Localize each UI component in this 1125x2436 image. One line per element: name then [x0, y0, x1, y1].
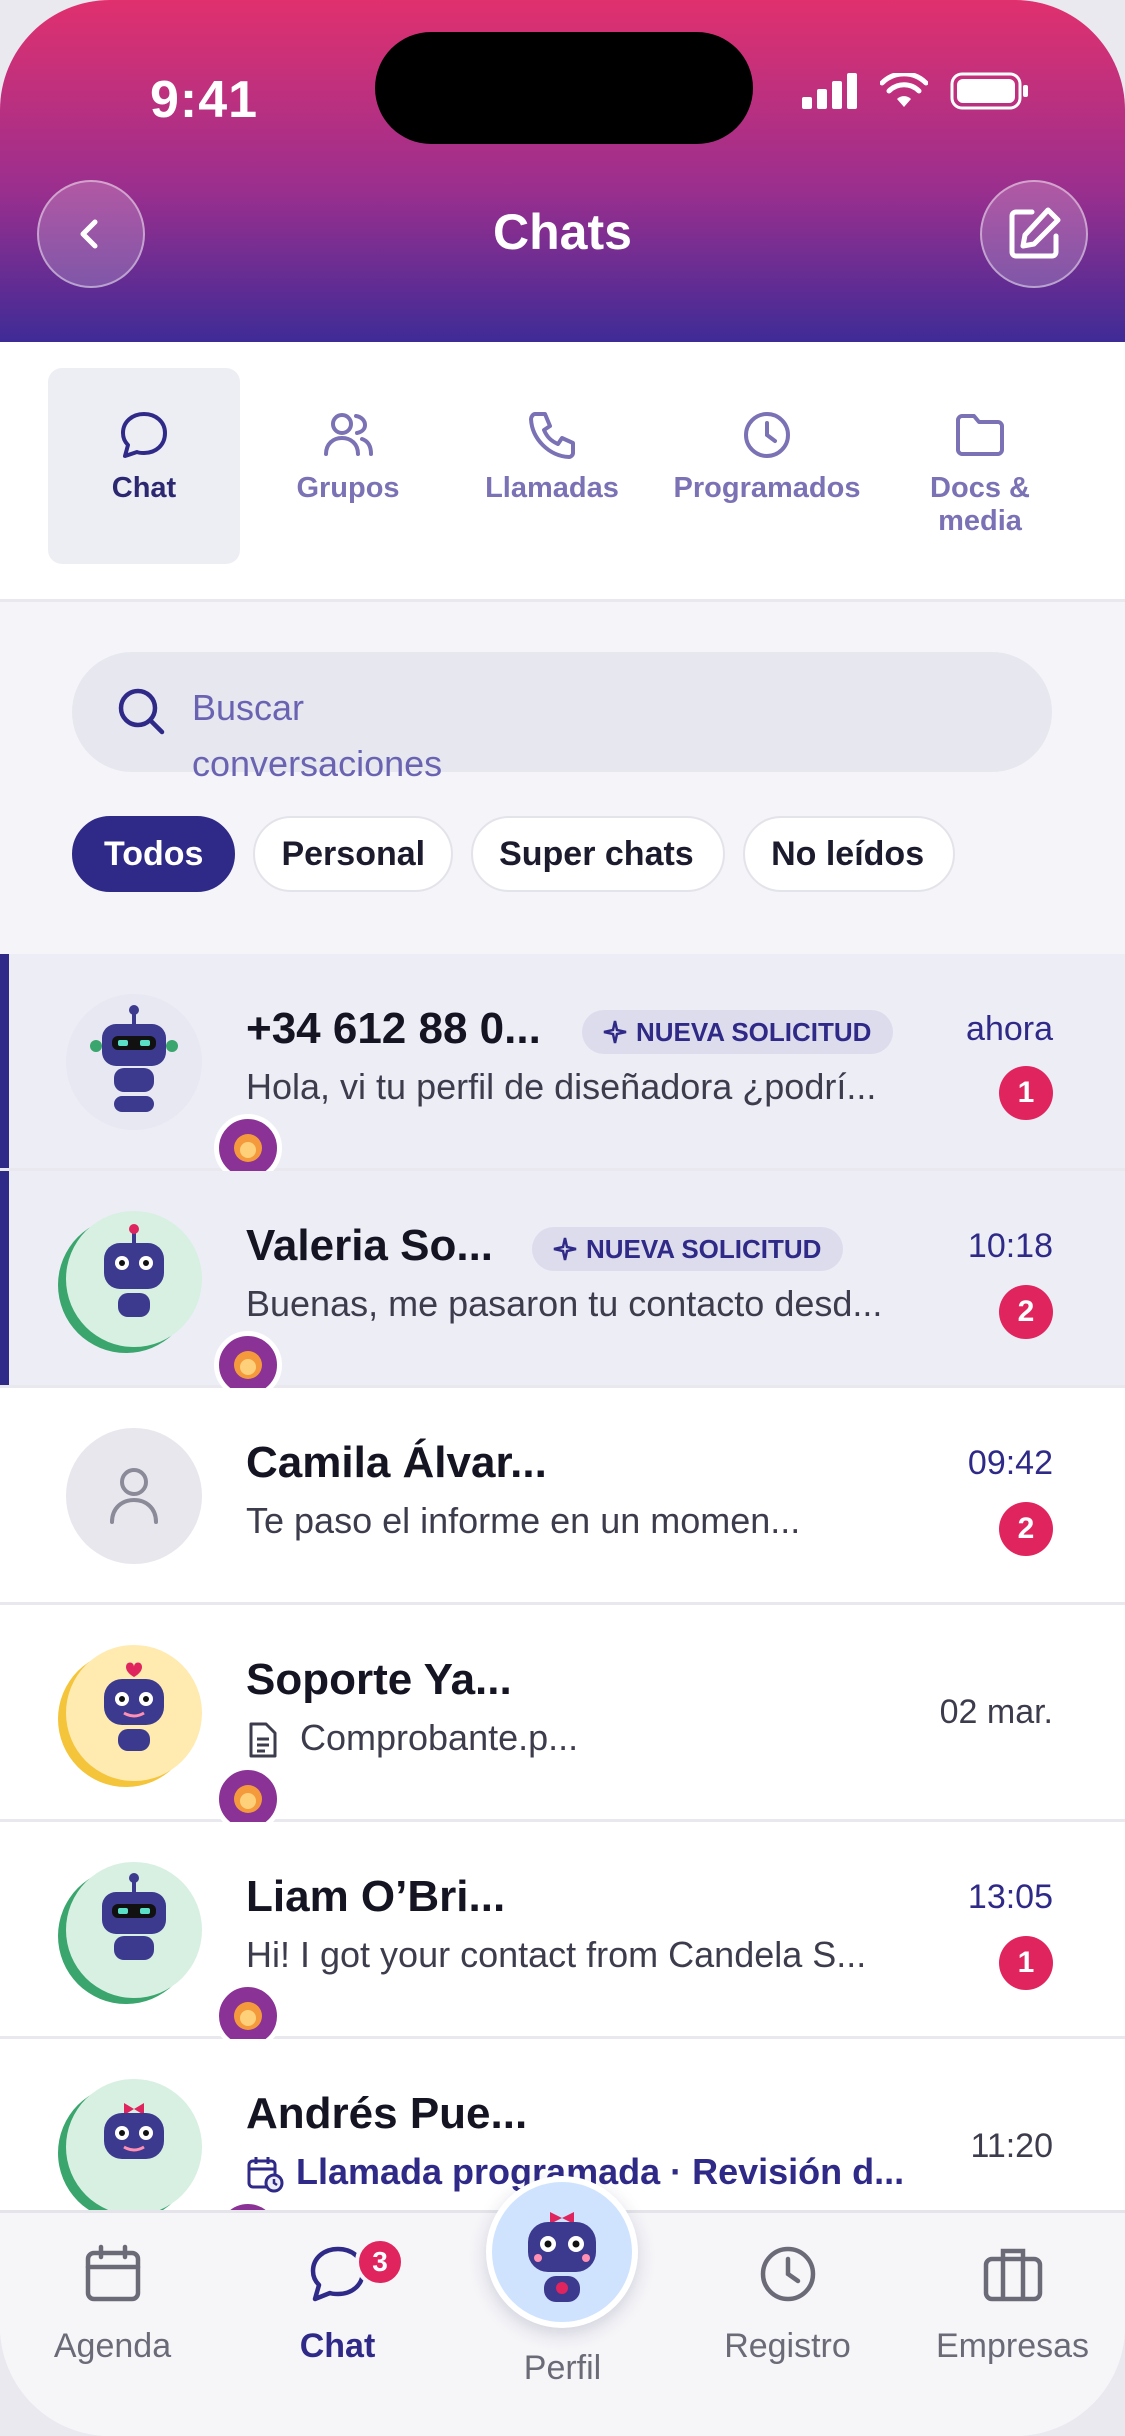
- nav-registro[interactable]: Registro: [675, 2243, 900, 2366]
- chat-time: 10:18: [967, 1227, 1053, 1265]
- chat-preview: Buenas, me pasaron tu contacto desd...: [246, 1283, 883, 1324]
- tab-scheduled-label: Programados: [673, 472, 861, 504]
- chat-time: 11:20: [970, 2127, 1053, 2165]
- tab-chat-label: Chat: [111, 472, 177, 504]
- avatar: [66, 2079, 282, 2267]
- folder-icon: [956, 414, 1004, 456]
- briefcase-icon: [983, 2248, 1042, 2302]
- nav-registro-label: Registro: [724, 2327, 851, 2365]
- chat-preview: Hola, vi tu perfil de diseñadora ¿podrí.…: [246, 1066, 877, 1107]
- filter-chip-super-chats[interactable]: Super chats: [471, 816, 726, 892]
- search-bar[interactable]: Buscar conversaciones: [72, 652, 1052, 784]
- calendar-icon: [85, 2244, 140, 2302]
- nav-profile-label: Perfil: [523, 2349, 602, 2387]
- chat-row[interactable]: Camila Álvar... Te paso el informe en un…: [0, 1388, 1125, 1605]
- new-request-badge: NUEVA SOLICITUD: [582, 1010, 894, 1054]
- robot-avatar-icon: [90, 1005, 178, 1112]
- nav-empresas-label: Empresas: [935, 2327, 1090, 2365]
- tab-groups[interactable]: Grupos: [252, 368, 444, 564]
- filter-chip-personal[interactable]: Personal: [253, 816, 454, 892]
- unread-count-badge: 2: [999, 1285, 1053, 1339]
- nav-agenda[interactable]: Agenda: [0, 2243, 225, 2366]
- chat-time: 02 mar.: [939, 1693, 1053, 1731]
- chat-name: Soporte Ya...: [246, 1655, 512, 1704]
- chat-row[interactable]: +34 612 88 0... NUEVA SOLICITUD Hola, vi…: [0, 954, 1125, 1182]
- sparkle-icon: [603, 1020, 627, 1044]
- filter-chip-todos[interactable]: Todos: [72, 816, 236, 892]
- nav-chat-label: Chat: [299, 2327, 376, 2365]
- nav-agenda-label: Agenda: [53, 2327, 172, 2365]
- search-area: Buscar conversaciones Todos Personal Sup…: [0, 602, 1125, 954]
- clock-icon: [744, 412, 790, 458]
- user-placeholder-icon: [110, 1468, 158, 1524]
- users-icon: [324, 413, 373, 456]
- tab-calls-label: Llamadas: [485, 472, 619, 504]
- nav-chat[interactable]: 3 Chat: [225, 2237, 450, 2366]
- unread-count-badge: 1: [999, 1936, 1053, 1990]
- avatar: [66, 1211, 282, 1399]
- chat-time: ahora: [966, 1010, 1053, 1048]
- tab-groups-label: Grupos: [296, 472, 400, 504]
- compose-button[interactable]: [980, 180, 1088, 288]
- phone-icon: [529, 412, 575, 459]
- chat-bubble-icon: [121, 412, 167, 458]
- chat-time: 09:42: [967, 1444, 1053, 1482]
- filter-chips: Todos Personal Super chats No leídos: [72, 816, 956, 892]
- chat-name: +34 612 88 0...: [246, 1004, 541, 1053]
- search-icon: [118, 688, 165, 735]
- phone-screen: 9:41 Chats Chat Grupos Llamadas Programa…: [0, 0, 1125, 2436]
- nav-profile[interactable]: Perfil: [450, 2327, 675, 2388]
- tab-calls[interactable]: Llamadas: [456, 368, 648, 564]
- chat-name: Valeria So...: [246, 1221, 494, 1270]
- tab-docs-media[interactable]: Docs & media: [884, 368, 1076, 564]
- battery-icon: [950, 72, 1028, 110]
- robot-avatar-icon: [104, 1224, 164, 1317]
- new-request-label: NUEVA SOLICITUD: [586, 1233, 822, 1264]
- unread-count-badge: 2: [999, 1502, 1053, 1556]
- signal-icon: [802, 73, 857, 109]
- chat-row[interactable]: Soporte Ya... Comprobante.p... 02 mar.: [0, 1605, 1125, 1833]
- robot-avatar-icon: [528, 2212, 596, 2302]
- robot-avatar-icon: [102, 1873, 166, 1960]
- chat-time: 13:05: [967, 1878, 1053, 1916]
- dynamic-island: [375, 32, 753, 144]
- new-request-badge: NUEVA SOLICITUD: [532, 1227, 844, 1271]
- nav-chat-badge: 3: [355, 2237, 405, 2287]
- chat-name: Liam O’Bri...: [246, 1872, 506, 1921]
- avatar: [66, 1645, 282, 1833]
- avatar: [66, 994, 282, 1182]
- chat-preview: Hi! I got your contact from Candela S...: [246, 1934, 867, 1975]
- category-tabs: Chat Grupos Llamadas Programados Docs & …: [0, 342, 1125, 602]
- chat-preview: Te paso el informe en un momen...: [246, 1500, 801, 1541]
- avatar: [66, 1862, 282, 2050]
- nav-empresas[interactable]: Empresas: [900, 2243, 1125, 2366]
- tab-scheduled[interactable]: Programados: [670, 368, 864, 564]
- chat-list: +34 612 88 0... NUEVA SOLICITUD Hola, vi…: [0, 954, 1125, 2267]
- avatar: [66, 1428, 202, 1564]
- search-input[interactable]: Buscar conversaciones: [192, 680, 552, 792]
- page-title: Chats: [493, 204, 632, 260]
- robot-avatar-icon: [104, 1662, 164, 1751]
- chat-preview: Comprobante.p...: [300, 1717, 579, 1758]
- calendar-clock-icon: [247, 2157, 284, 2193]
- unread-count-badge: 1: [999, 1066, 1053, 1120]
- clock-icon: [760, 2246, 815, 2302]
- wifi-icon: [880, 73, 928, 107]
- tab-chat[interactable]: Chat: [48, 368, 240, 564]
- robot-avatar-icon: [104, 2103, 164, 2159]
- document-icon: [249, 1722, 277, 1758]
- app-header: 9:41 Chats: [0, 0, 1125, 342]
- chat-name: Andrés Pue...: [246, 2089, 528, 2138]
- new-request-label: NUEVA SOLICITUD: [636, 1016, 872, 1047]
- tab-docs-media-label: Docs & media: [930, 472, 1030, 537]
- profile-fab-button[interactable]: [486, 2176, 638, 2328]
- compose-icon: [1009, 207, 1061, 259]
- status-time: 9:41: [150, 71, 259, 129]
- filter-chip-no-leidos[interactable]: No leídos: [743, 816, 956, 892]
- chat-name: Camila Álvar...: [246, 1438, 547, 1487]
- chat-row[interactable]: Valeria So... NUEVA SOLICITUD Buenas, me…: [0, 1171, 1125, 1399]
- chat-row[interactable]: Liam O’Bri... Hi! I got your contact fro…: [0, 1822, 1125, 2050]
- status-icons: [802, 72, 1030, 110]
- sparkle-icon: [553, 1237, 577, 1261]
